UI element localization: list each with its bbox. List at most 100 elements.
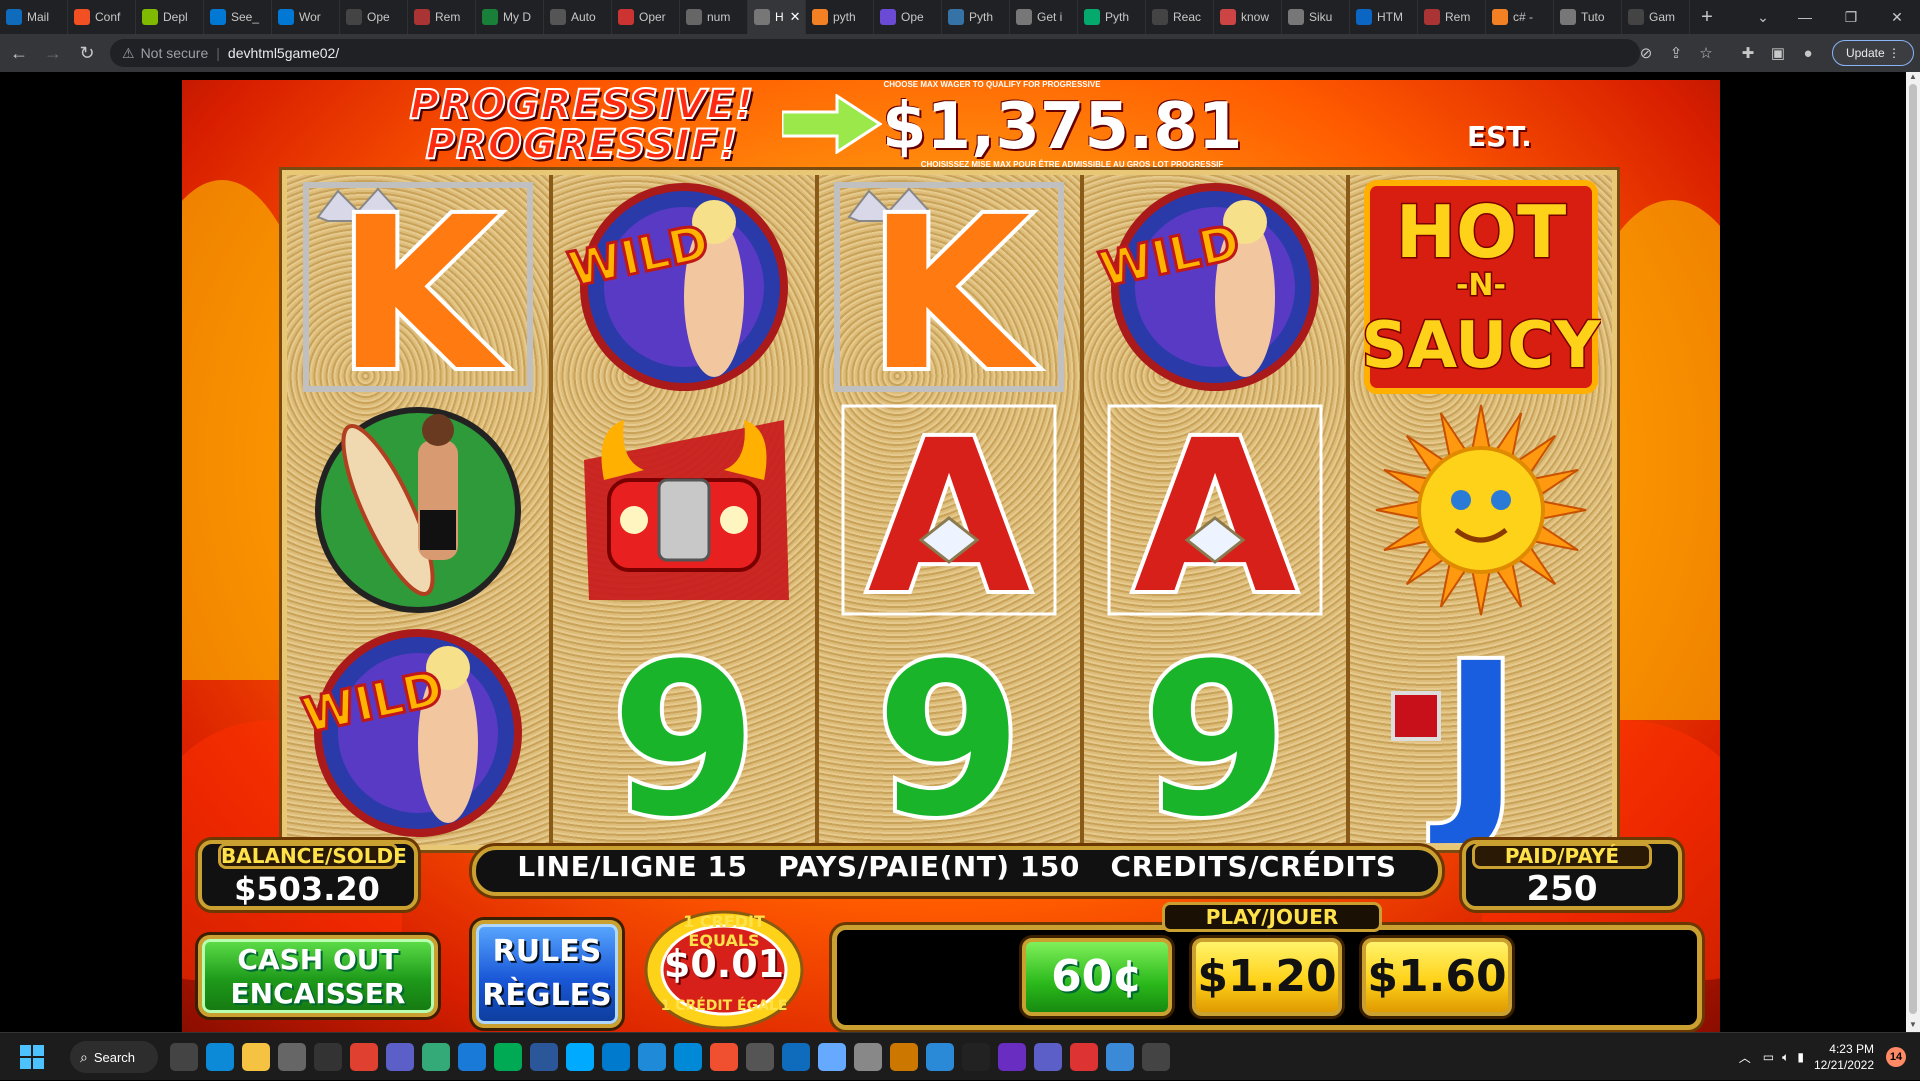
qr-app-icon[interactable] — [278, 1043, 306, 1071]
browser-tab[interactable]: Siku — [1282, 0, 1350, 34]
app-icon[interactable] — [566, 1043, 594, 1071]
taskbar-search-button[interactable]: ⌕ Search — [70, 1041, 158, 1073]
tab-close-icon[interactable]: ✕ — [790, 9, 801, 25]
restore-icon[interactable]: ❐ — [1828, 0, 1874, 34]
browser-tab[interactable]: Gam — [1622, 0, 1690, 34]
omnibox-divider: | — [216, 45, 220, 61]
clock-time: 4:23 PM — [1829, 1042, 1874, 1056]
notepad-icon[interactable] — [818, 1043, 846, 1071]
reload-icon[interactable]: ↻ — [72, 38, 102, 68]
browser-tab[interactable]: Rem — [1418, 0, 1486, 34]
edge-icon[interactable] — [206, 1043, 234, 1071]
blocked-popup-icon[interactable]: ⊘ — [1636, 43, 1656, 63]
app-icon[interactable] — [422, 1043, 450, 1071]
network-icon[interactable]: ▭ — [1763, 1050, 1774, 1064]
photos-icon[interactable] — [458, 1043, 486, 1071]
profile-avatar-icon[interactable]: ● — [1798, 43, 1818, 63]
browser-tab[interactable]: Auto — [544, 0, 612, 34]
share-icon[interactable]: ⇪ — [1666, 43, 1686, 63]
browser-tab[interactable]: Ope — [340, 0, 408, 34]
browser-tab[interactable]: H ✕ — [748, 0, 806, 34]
calculator-icon[interactable] — [314, 1043, 342, 1071]
browser-tab[interactable]: My D — [476, 0, 544, 34]
printer-icon[interactable] — [854, 1043, 882, 1071]
store-icon[interactable] — [494, 1043, 522, 1071]
browser-tab[interactable]: Wor — [272, 0, 340, 34]
side-panel-icon[interactable]: ▣ — [1768, 43, 1788, 63]
browser-tab[interactable]: Pyth — [1078, 0, 1146, 34]
king-symbol-icon: K — [834, 177, 1065, 397]
cash-out-button[interactable]: CASH OUT ENCAISSER — [198, 935, 438, 1017]
volume-icon[interactable]: 🔈︎ — [1782, 1050, 1789, 1065]
browser-tab[interactable]: Rem — [408, 0, 476, 34]
address-bar[interactable]: ⚠ Not secure | devhtml5game02/ — [110, 39, 1640, 67]
browser-tab[interactable]: Get i — [1010, 0, 1078, 34]
cash-out-label-fr: ENCAISSER — [230, 977, 406, 1010]
task-view-icon[interactable] — [170, 1043, 198, 1071]
nine-symbol: 9 — [1142, 623, 1288, 843]
page-icon — [1288, 9, 1304, 25]
browser-tab[interactable]: know — [1214, 0, 1282, 34]
browser-tab[interactable]: Pyth — [942, 0, 1010, 34]
browser-tab[interactable]: num — [680, 0, 748, 34]
git-icon[interactable] — [710, 1043, 738, 1071]
browser-tab[interactable]: c# - — [1486, 0, 1554, 34]
new-tab-icon[interactable]: + — [1690, 6, 1724, 29]
outlook-icon[interactable] — [782, 1043, 810, 1071]
browser-tab[interactable]: Conf — [68, 0, 136, 34]
settings-icon[interactable] — [746, 1043, 774, 1071]
obs-icon[interactable] — [1142, 1043, 1170, 1071]
visual-studio-icon[interactable] — [998, 1043, 1026, 1071]
clock[interactable]: 4:23 PM 12/21/2022 — [1814, 1041, 1874, 1073]
forward-icon[interactable]: → — [38, 38, 68, 68]
file-explorer-icon[interactable] — [242, 1043, 270, 1071]
browser-tab[interactable]: Depl — [136, 0, 204, 34]
globe-icon — [1016, 9, 1032, 25]
battery-icon[interactable]: ▮ — [1797, 1050, 1804, 1064]
browser-tab[interactable]: Mail — [0, 0, 68, 34]
terminal-icon[interactable] — [638, 1043, 666, 1071]
word-icon[interactable] — [530, 1043, 558, 1071]
cmd-icon[interactable] — [962, 1043, 990, 1071]
tab-search-icon[interactable]: ⌄ — [1740, 0, 1786, 34]
chrome-icon[interactable] — [350, 1043, 378, 1071]
window-close-icon[interactable]: ✕ — [1874, 0, 1920, 34]
browser-tab[interactable]: Oper — [612, 0, 680, 34]
notification-badge[interactable]: 14 — [1886, 1047, 1906, 1067]
vscode-icon[interactable] — [602, 1043, 630, 1071]
update-button[interactable]: Update ⋮ — [1832, 40, 1914, 66]
tab-label: Conf — [95, 10, 121, 24]
scroll-thumb[interactable] — [1909, 84, 1917, 1014]
bookmark-star-icon[interactable]: ☆ — [1696, 43, 1716, 63]
reel-symbol-king: K — [819, 175, 1081, 398]
back-icon[interactable]: ← — [4, 38, 34, 68]
browser-tab[interactable]: Ope — [874, 0, 942, 34]
globe-icon — [754, 9, 770, 25]
wild-symbol-icon: WILD — [564, 182, 788, 391]
browser-tab[interactable]: HTM — [1350, 0, 1418, 34]
browser-tab[interactable]: pyth — [806, 0, 874, 34]
rules-button[interactable]: RULES RÈGLES — [472, 920, 622, 1028]
bet-button-1[interactable]: 60¢ — [1022, 938, 1172, 1016]
chevron-up-icon[interactable]: ︿ — [1739, 1049, 1751, 1066]
extensions-icon[interactable]: ✚ — [1738, 43, 1758, 63]
minimize-icon[interactable]: — — [1782, 0, 1828, 34]
azure-icon[interactable] — [674, 1043, 702, 1071]
app-icon[interactable] — [1106, 1043, 1134, 1071]
windows-start-icon[interactable] — [20, 1045, 44, 1069]
snip-icon[interactable] — [1070, 1043, 1098, 1071]
scroll-down-icon[interactable]: ▼ — [1906, 1020, 1920, 1032]
bet-button-2[interactable]: $1.20 — [1192, 938, 1342, 1016]
teams-icon[interactable] — [386, 1043, 414, 1071]
page-scrollbar[interactable]: ▲ ▼ — [1906, 72, 1920, 1032]
scroll-up-icon[interactable]: ▲ — [1906, 72, 1920, 84]
browser-tab[interactable]: Reac — [1146, 0, 1214, 34]
ace-letter: A — [1134, 400, 1297, 620]
bet-button-3[interactable]: $1.60 — [1362, 938, 1512, 1016]
reel-symbol-sun — [1350, 398, 1612, 621]
teams-icon[interactable] — [1034, 1043, 1062, 1071]
browser-tab[interactable]: See_ — [204, 0, 272, 34]
app-icon[interactable] — [890, 1043, 918, 1071]
browser-tab[interactable]: Tuto — [1554, 0, 1622, 34]
notes-icon[interactable] — [926, 1043, 954, 1071]
